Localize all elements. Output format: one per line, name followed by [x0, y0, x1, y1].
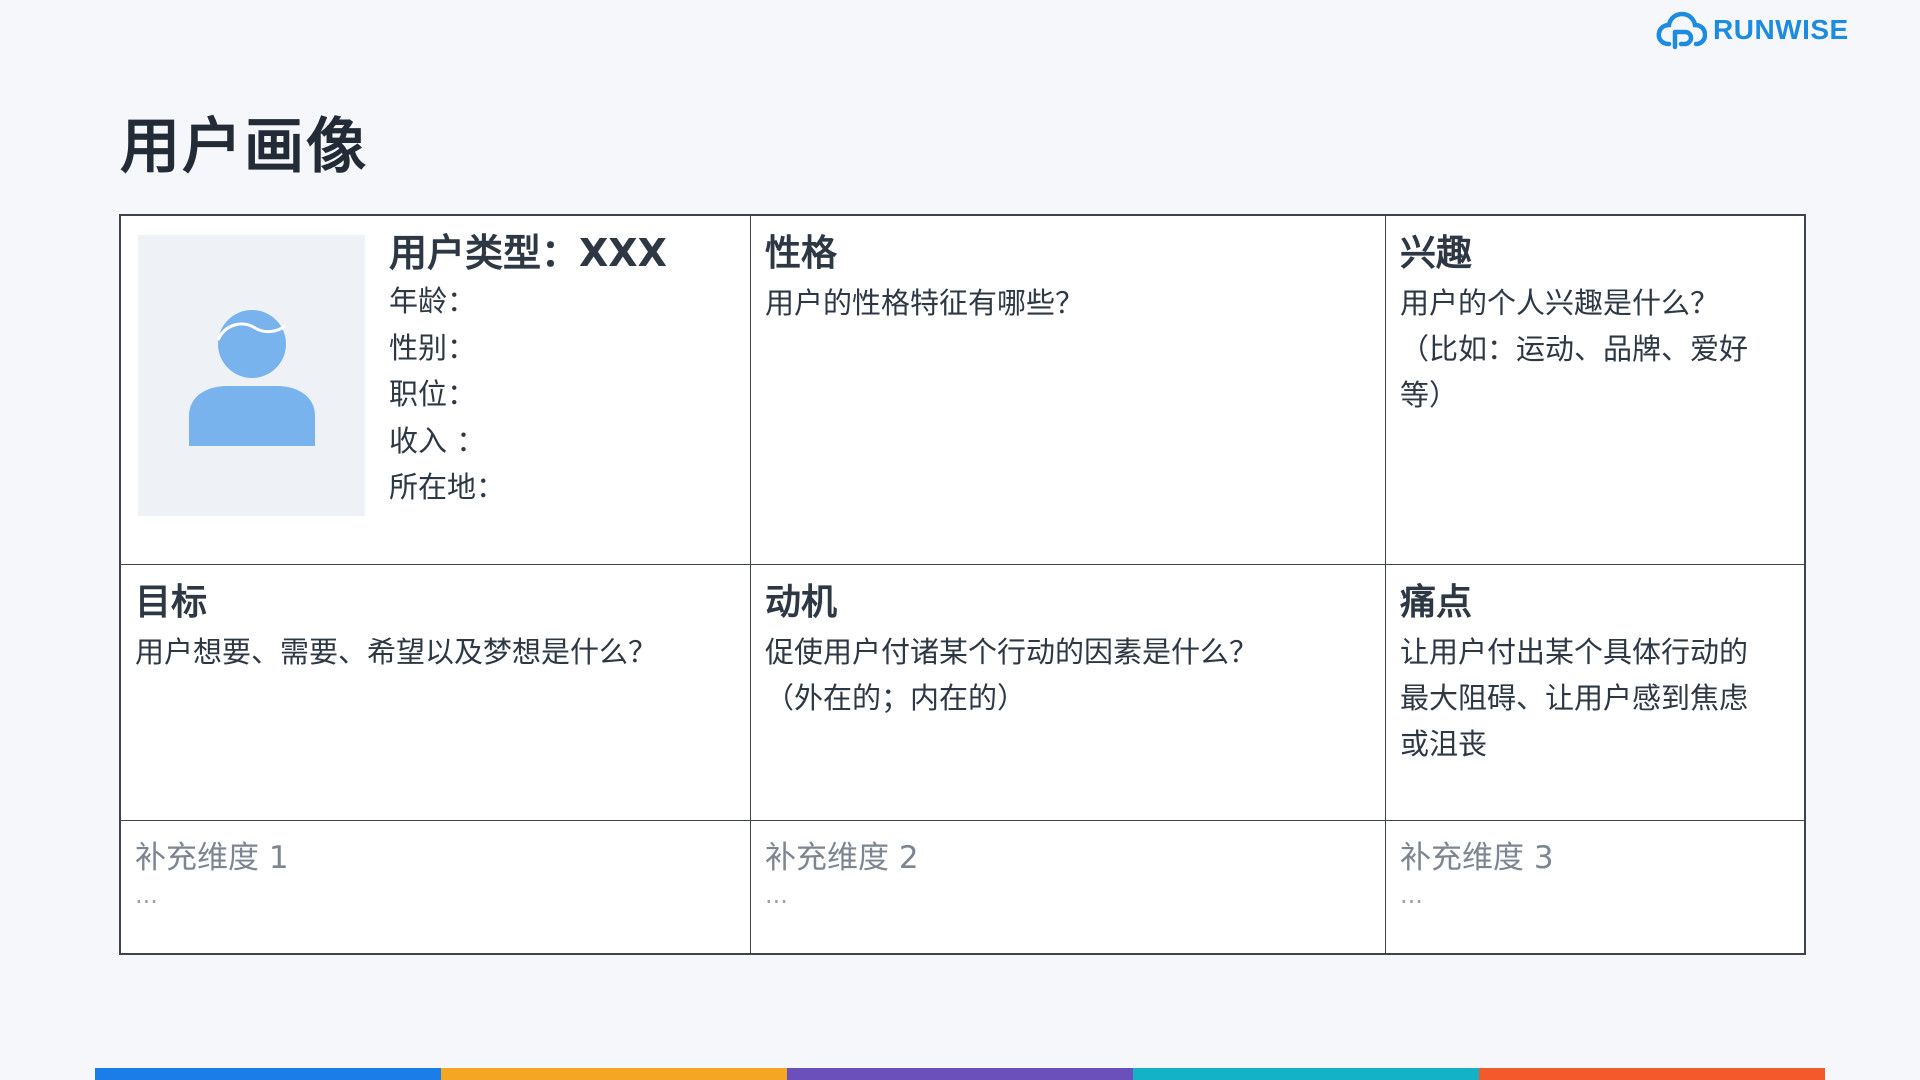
profile-info: 用户类型：XXX 年龄： 性别： 职位： 收入 ： 所在地： — [389, 228, 667, 511]
bottom-color-bar — [95, 1068, 1825, 1080]
position-field: 职位： — [389, 377, 477, 411]
supplementary-text-3: ... — [1400, 881, 1423, 909]
supplementary-cell-2: 补充维度 2 ... — [751, 821, 1386, 953]
bottom-bar-segment — [441, 1068, 787, 1080]
location-field: 所在地： — [389, 470, 506, 504]
supplementary-title-2: 补充维度 2 — [765, 840, 919, 876]
profile-cell: 用户类型：XXX 年龄： 性别： 职位： 收入 ： 所在地： — [121, 216, 751, 565]
personality-title: 性格 — [765, 233, 838, 274]
bottom-bar-segment — [95, 1068, 441, 1080]
page-title: 用户画像 — [120, 112, 368, 182]
supplementary-title-1: 补充维度 1 — [135, 840, 289, 876]
supplementary-cell-3: 补充维度 3 ... — [1386, 821, 1804, 953]
user-avatar-icon — [188, 309, 315, 446]
runwise-logo: RUNWISE — [1655, 10, 1849, 50]
bottom-bar-segment — [1133, 1068, 1479, 1080]
motivation-text: 促使用户付诸某个行动的因素是什么？ （外在的；内在的） — [765, 635, 1259, 715]
avatar — [138, 235, 365, 516]
supplementary-text-2: ... — [765, 881, 788, 909]
supplementary-cell-1: 补充维度 1 ... — [121, 821, 751, 953]
pain-points-title: 痛点 — [1400, 582, 1473, 623]
personality-cell: 性格 用户的性格特征有哪些？ — [751, 216, 1386, 565]
goals-text: 用户想要、需要、希望以及梦想是什么？ — [135, 635, 658, 669]
interests-title: 兴趣 — [1400, 233, 1473, 274]
gender-field: 性别： — [389, 330, 477, 365]
interests-text: 用户的个人兴趣是什么？ （比如：运动、品牌、爱好 等） — [1400, 286, 1749, 412]
income-field: 收入 ： — [389, 423, 486, 458]
persona-grid: 用户类型：XXX 年龄： 性别： 职位： 收入 ： 所在地： 性格 用户的性格特… — [119, 214, 1806, 955]
bottom-bar-segment — [1479, 1068, 1825, 1080]
motivation-cell: 动机 促使用户付诸某个行动的因素是什么？ （外在的；内在的） — [751, 565, 1386, 821]
logo-text: RUNWISE — [1713, 14, 1849, 45]
goals-title: 目标 — [135, 582, 208, 623]
cloud-logo-icon — [1656, 11, 1707, 50]
pain-points-cell: 痛点 让用户付出某个具体行动的 最大阻碍、让用户感到焦虑 或沮丧 — [1386, 565, 1804, 821]
goals-cell: 目标 用户想要、需要、希望以及梦想是什么？ — [121, 565, 751, 821]
supplementary-text-1: ... — [135, 881, 158, 909]
supplementary-title-3: 补充维度 3 — [1400, 840, 1554, 876]
pain-points-text: 让用户付出某个具体行动的 最大阻碍、让用户感到焦虑 或沮丧 — [1400, 635, 1749, 761]
personality-text: 用户的性格特征有哪些？ — [765, 286, 1085, 320]
user-type-label: 用户类型：XXX — [389, 231, 667, 275]
bottom-bar-segment — [787, 1068, 1133, 1080]
motivation-title: 动机 — [765, 582, 838, 623]
interests-cell: 兴趣 用户的个人兴趣是什么？ （比如：运动、品牌、爱好 等） — [1386, 216, 1804, 565]
age-field: 年龄： — [389, 284, 477, 318]
